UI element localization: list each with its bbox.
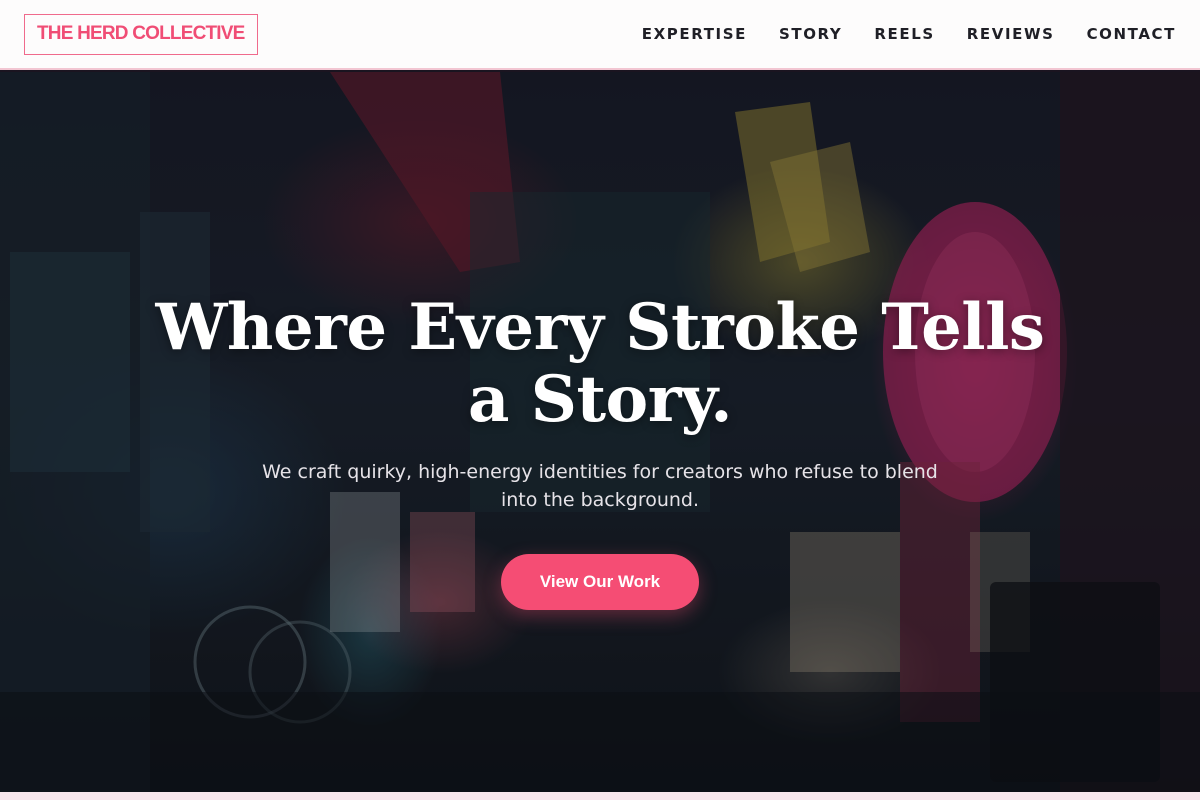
section-divider	[0, 792, 1200, 800]
nav-link-reels[interactable]: REELS	[874, 25, 934, 43]
nav-link-contact[interactable]: CONTACT	[1087, 25, 1176, 43]
nav-link-expertise[interactable]: EXPERTISE	[642, 25, 747, 43]
nav-link-reviews[interactable]: REVIEWS	[967, 25, 1055, 43]
hero-content: Where Every Stroke Tells a Story. We cra…	[0, 72, 1200, 792]
view-our-work-button[interactable]: View Our Work	[501, 554, 699, 610]
main-nav: EXPERTISE STORY REELS REVIEWS CONTACT	[642, 25, 1176, 43]
site-header: THE HERD COLLECTIVE EXPERTISE STORY REEL…	[0, 0, 1200, 70]
nav-link-story[interactable]: STORY	[779, 25, 842, 43]
hero-section: Where Every Stroke Tells a Story. We cra…	[0, 72, 1200, 792]
site-logo[interactable]: THE HERD COLLECTIVE	[24, 13, 258, 55]
hero-subtitle: We craft quirky, high-energy identities …	[262, 461, 938, 511]
hero-title: Where Every Stroke Tells a Story.	[155, 290, 1045, 437]
